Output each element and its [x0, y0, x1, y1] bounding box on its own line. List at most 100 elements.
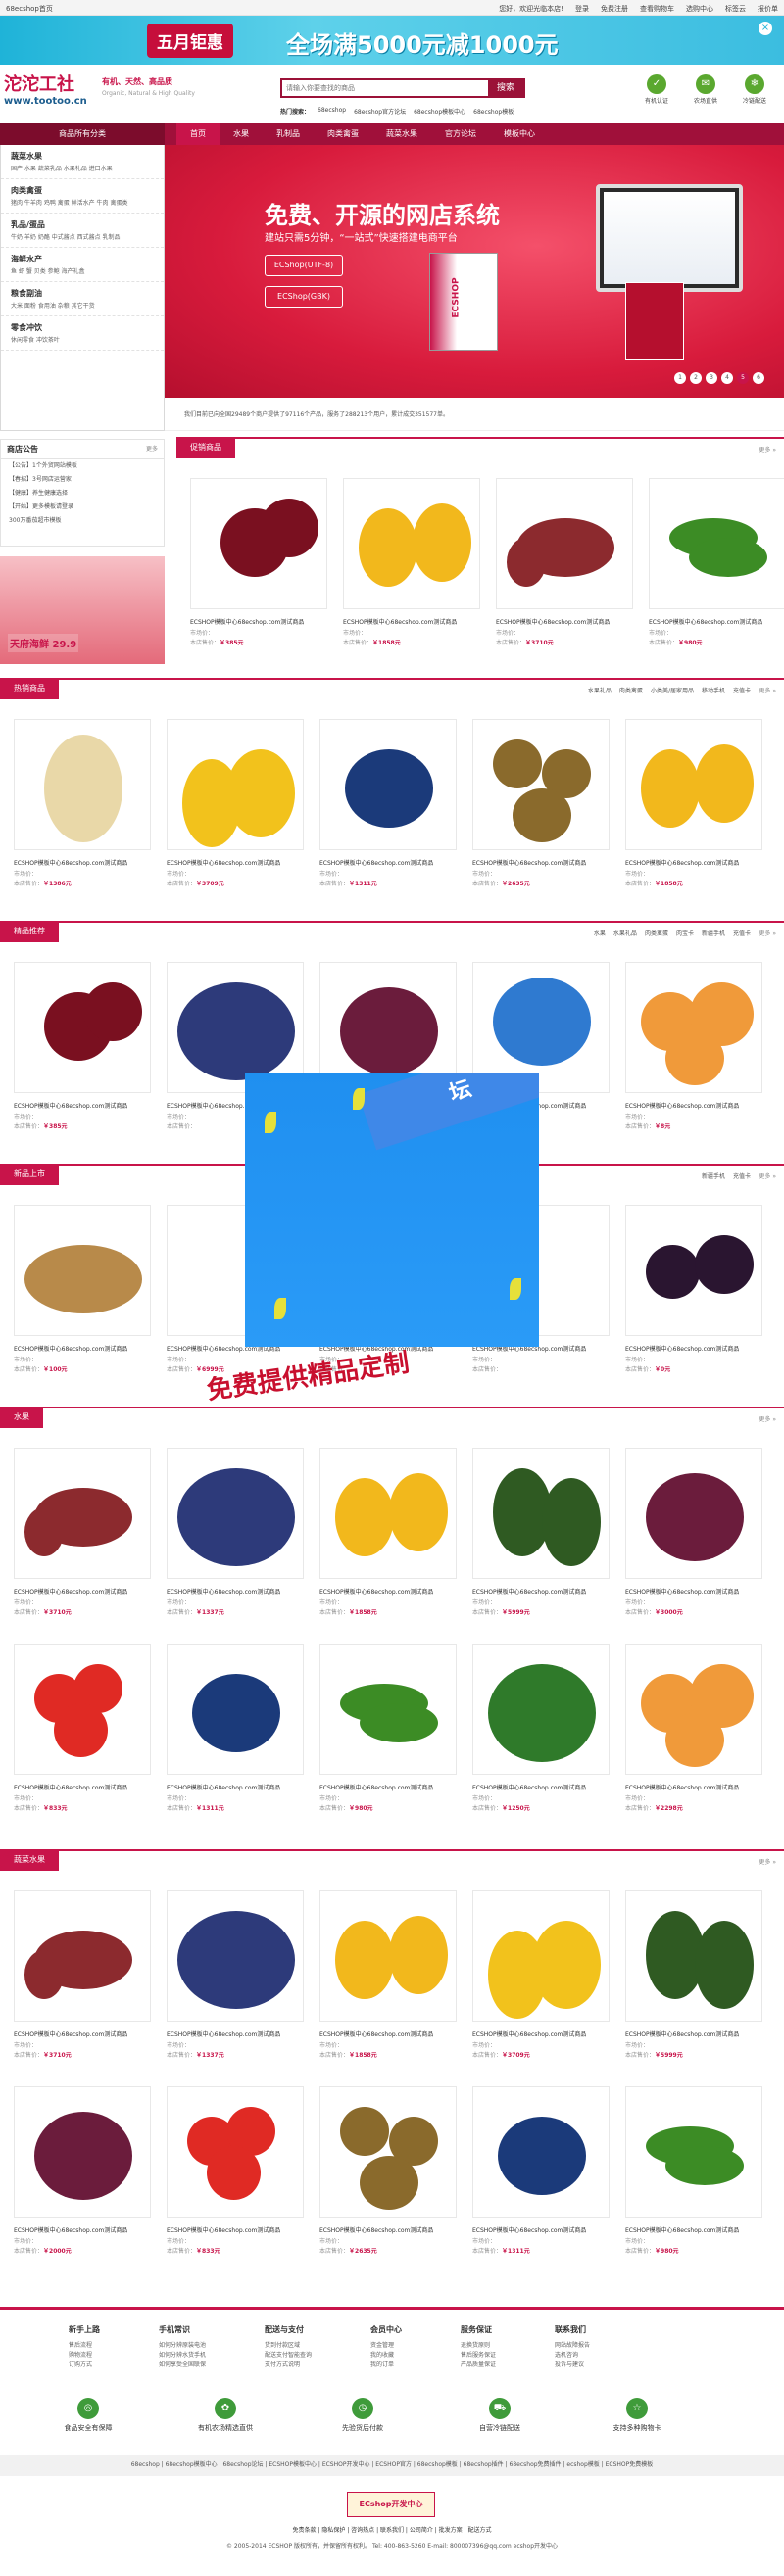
side-ad[interactable]: 天府海鲜 29.9 [0, 556, 165, 664]
category-title[interactable]: 乳品/蛋品 [11, 219, 154, 230]
product-card[interactable]: ECSHOP模板中心68ecshop.com测试商品 市场价： 本店售价：￥0元 [625, 1205, 762, 1373]
product-name[interactable]: ECSHOP模板中心68ecshop.com测试商品 [625, 1101, 762, 1110]
product-image[interactable] [319, 1890, 457, 2022]
nav-forum[interactable]: 官方论坛 [431, 123, 490, 145]
section-tab[interactable]: 水果礼品 [613, 929, 637, 937]
product-card[interactable]: ECSHOP模板中心68ecshop.com测试商品 市场价： 本店售价：￥1858… [319, 1448, 457, 1616]
product-card[interactable]: ECSHOP模板中心68ecshop.com测试商品 市场价： 本店售价：￥100元 [14, 1205, 151, 1373]
login-link[interactable]: 登录 [575, 4, 589, 14]
hot-search-link[interactable]: 68ecshop模板中心 [414, 107, 466, 116]
close-icon[interactable]: × [759, 22, 772, 35]
product-card[interactable]: ECSHOP模板中心68ecshop.com测试商品 市场价： 本店售价：￥3710… [14, 1890, 151, 2059]
product-name[interactable]: ECSHOP模板中心68ecshop.com测试商品 [319, 2029, 457, 2038]
choose-center-link[interactable]: 选购中心 [686, 4, 713, 14]
utf8-button[interactable]: ECShop(UTF-8) [265, 255, 343, 276]
nav-dairy[interactable]: 乳制品 [263, 123, 314, 145]
product-card[interactable]: ECSHOP模板中心68ecshop.com测试商品 市场价： 本店售价：￥1858… [319, 1890, 457, 2059]
section-title[interactable]: 水果 [0, 1407, 43, 1428]
footer-link[interactable]: 售后流程 [69, 2341, 100, 2351]
product-name[interactable]: ECSHOP模板中心68ecshop.com测试商品 [190, 617, 327, 626]
category-items[interactable]: 休闲零食 冲饮茶叶 [11, 336, 154, 346]
product-card[interactable]: ECSHOP模板中心68ecshop.com测试商品 市场价： 本店售价：￥2635… [319, 2086, 457, 2255]
category-group[interactable]: 蔬菜水果国产 水果 蔬菜乳品 水果礼品 进口水果 [1, 145, 164, 179]
product-card[interactable]: ECSHOP模板中心68ecshop.com测试商品 市场价： 本店售价：￥3710… [14, 1448, 151, 1616]
product-image[interactable] [649, 478, 784, 609]
hot-search-link[interactable]: 68ecshop官方论坛 [354, 107, 406, 116]
product-image[interactable] [190, 478, 327, 609]
product-image[interactable] [472, 1644, 610, 1775]
footer-link[interactable]: 产品质量保证 [461, 2361, 496, 2370]
category-title[interactable]: 蔬菜水果 [11, 151, 154, 162]
quote-link[interactable]: 报价单 [758, 4, 778, 14]
home-link[interactable]: 68ecshop首页 [6, 4, 53, 14]
section-tab[interactable]: 肉类禽蛋 [645, 929, 668, 937]
product-name[interactable]: ECSHOP模板中心68ecshop.com测试商品 [167, 2029, 304, 2038]
product-image[interactable] [496, 478, 633, 609]
product-card[interactable]: ECSHOP模板中心68ecshop.com测试商品 市场价： 本店售价：￥385元 [190, 478, 327, 646]
product-image[interactable] [14, 1890, 151, 2022]
product-card[interactable]: ECSHOP模板中心68ecshop.com测试商品 市场价： 本店售价：￥2635… [472, 719, 610, 887]
product-card[interactable]: ECSHOP模板中心68ecshop.com测试商品 市场价： 本店售价：￥2298… [625, 1644, 762, 1812]
footer-link[interactable]: 售后服务保证 [461, 2351, 496, 2361]
section-title[interactable]: 新品上市 [0, 1164, 59, 1185]
product-name[interactable]: ECSHOP模板中心68ecshop.com测试商品 [14, 1587, 151, 1596]
friend-links[interactable]: 68ecshop | 68ecshop模板中心 | 68ecshop论坛 | E… [0, 2455, 784, 2476]
product-name[interactable]: ECSHOP模板中心68ecshop.com测试商品 [625, 1344, 762, 1353]
product-image[interactable] [14, 1644, 151, 1775]
site-logo[interactable]: 沱沱工社 www.tootoo.cn [4, 71, 98, 114]
product-image[interactable] [625, 2086, 762, 2218]
footer-link[interactable]: 配送支付智能查询 [265, 2351, 312, 2361]
section-title[interactable]: 蔬菜水果 [0, 1849, 59, 1871]
search-input[interactable] [282, 80, 478, 96]
footer-link[interactable]: 我的收藏 [370, 2351, 402, 2361]
product-card[interactable]: ECSHOP模板中心68ecshop.com测试商品 市场价： 本店售价：￥1858… [625, 719, 762, 887]
product-card[interactable]: ECSHOP模板中心68ecshop.com测试商品 市场价： 本店售价：￥1250… [472, 1644, 610, 1812]
product-image[interactable] [472, 1448, 610, 1579]
product-image[interactable] [343, 478, 480, 609]
more-link[interactable]: 更多 » [759, 445, 776, 453]
product-name[interactable]: ECSHOP模板中心68ecshop.com测试商品 [496, 617, 633, 626]
section-tab[interactable]: 水果礼品 [588, 686, 612, 694]
category-items[interactable]: 国产 水果 蔬菜乳品 水果礼品 进口水果 [11, 165, 154, 174]
product-card[interactable]: ECSHOP模板中心68ecshop.com测试商品 市场价： 本店售价：￥980元 [319, 1644, 457, 1812]
product-image[interactable] [14, 1205, 151, 1336]
category-items[interactable]: 鱼 虾 蟹 贝类 参鲍 海产礼盒 [11, 267, 154, 277]
more-link[interactable]: 更多 » [759, 686, 776, 694]
product-name[interactable]: ECSHOP模板中心68ecshop.com测试商品 [472, 1783, 610, 1791]
section-tab[interactable]: 充值卡 [733, 929, 751, 937]
nav-home[interactable]: 首页 [176, 123, 220, 145]
popup-ad[interactable]: 坛 [245, 1073, 539, 1347]
register-link[interactable]: 免费注册 [601, 4, 628, 14]
product-name[interactable]: ECSHOP模板中心68ecshop.com测试商品 [472, 2225, 610, 2234]
product-name[interactable]: ECSHOP模板中心68ecshop.com测试商品 [649, 617, 784, 626]
footer-link[interactable]: 我的订单 [370, 2361, 402, 2370]
product-name[interactable]: ECSHOP模板中心68ecshop.com测试商品 [472, 858, 610, 867]
footer-link[interactable]: 选机咨询 [555, 2351, 590, 2361]
all-categories-button[interactable]: 商品所有分类 [0, 123, 165, 145]
category-title[interactable]: 海鲜水产 [11, 254, 154, 264]
product-image[interactable] [319, 1448, 457, 1579]
footer-link[interactable]: 货到付款区域 [265, 2341, 312, 2351]
product-card[interactable]: ECSHOP模板中心68ecshop.com测试商品 市场价： 本店售价：￥3710… [496, 478, 633, 646]
product-name[interactable]: ECSHOP模板中心68ecshop.com测试商品 [167, 2225, 304, 2234]
product-name[interactable]: ECSHOP模板中心68ecshop.com测试商品 [625, 1587, 762, 1596]
footer-link[interactable]: 如何分辨原装电池 [159, 2341, 206, 2351]
product-image[interactable] [319, 2086, 457, 2218]
product-name[interactable]: ECSHOP模板中心68ecshop.com测试商品 [14, 1344, 151, 1353]
product-image[interactable] [167, 719, 304, 850]
news-item[interactable]: 【健康】养生健康选择 [1, 487, 164, 501]
product-card[interactable]: ECSHOP模板中心68ecshop.com测试商品 市场价： 本店售价：￥980元 [649, 478, 784, 646]
product-card[interactable]: ECSHOP模板中心68ecshop.com测试商品 市场价： 本店售价：￥3709… [167, 719, 304, 887]
product-name[interactable]: ECSHOP模板中心68ecshop.com测试商品 [319, 1783, 457, 1791]
product-image[interactable] [14, 2086, 151, 2218]
more-link[interactable]: 更多 » [759, 1857, 776, 1866]
product-image[interactable] [625, 1644, 762, 1775]
product-card[interactable]: ECSHOP模板中心68ecshop.com测试商品 市场价： 本店售价：￥3000… [625, 1448, 762, 1616]
category-group[interactable]: 粮食副油 大米 面粉 食用油 杂粮 其它干货 [1, 282, 164, 316]
section-tab[interactable]: 肉类禽蛋 [619, 686, 643, 694]
category-title[interactable]: 肉类禽蛋 [11, 185, 154, 196]
product-card[interactable]: ECSHOP模板中心68ecshop.com测试商品 市场价： 本店售价：￥3709… [472, 1890, 610, 2059]
carousel-dot[interactable]: 2 [690, 372, 702, 384]
product-name[interactable]: ECSHOP模板中心68ecshop.com测试商品 [625, 2225, 762, 2234]
search-button[interactable]: 搜索 [488, 80, 523, 96]
